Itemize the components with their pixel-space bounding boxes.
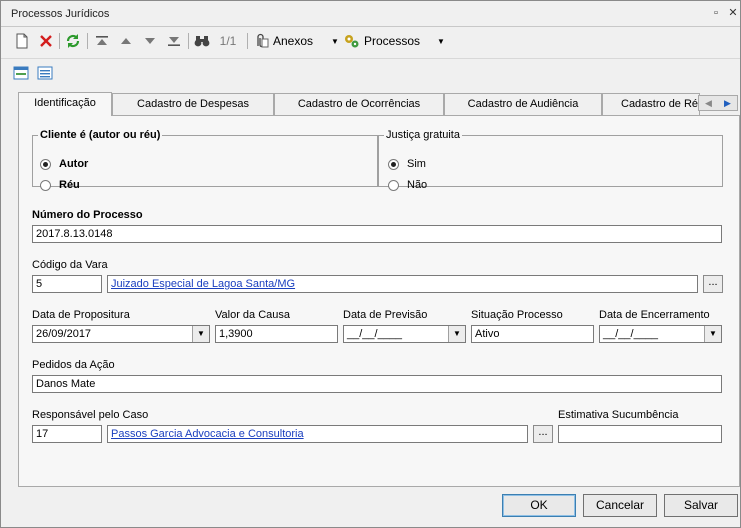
tab-cadastro-despesas[interactable]: Cadastro de Despesas	[112, 93, 274, 115]
pedidos-acao-input[interactable]: Danos Mate	[32, 375, 722, 393]
vara-name-link[interactable]: Juizado Especial de Lagoa Santa/MG	[107, 275, 698, 293]
data-encerramento-value: __/__/____	[603, 328, 659, 340]
tab-identificacao[interactable]: Identificação	[18, 92, 112, 116]
close-icon[interactable]: ✕	[727, 7, 739, 19]
tab-cadastro-audiencia[interactable]: Cadastro de Audiência	[444, 93, 602, 115]
next-record-icon[interactable]	[141, 31, 159, 51]
responsavel-lookup-button[interactable]: ...	[533, 425, 553, 443]
codigo-vara-input[interactable]: 5	[32, 275, 102, 293]
separator	[59, 33, 60, 49]
separator	[247, 33, 248, 49]
toolbar: 1/1 Anexos ▼ Processos ▼	[1, 28, 740, 54]
radio-sim-dot	[388, 158, 399, 170]
cliente-group: Cliente é (autor ou réu) Autor Réu	[32, 129, 378, 191]
anexos-button[interactable]: Anexos	[253, 31, 325, 51]
processos-dropdown-icon[interactable]: ▼	[435, 31, 447, 51]
cliente-group-title: Cliente é (autor ou réu)	[40, 129, 161, 141]
codigo-vara-label: Código da Vara	[32, 259, 108, 271]
valor-causa-label: Valor da Causa	[215, 309, 291, 321]
estimativa-label: Estimativa Sucumbência	[558, 409, 679, 421]
title-bar: Processos Jurídicos ▫ ✕	[1, 1, 740, 27]
refresh-icon[interactable]	[64, 31, 82, 51]
radio-nao-dot	[388, 179, 399, 191]
tab-cadastro-ocorrencias[interactable]: Cadastro de Ocorrências	[274, 93, 444, 115]
separator	[188, 33, 189, 49]
delete-icon[interactable]	[37, 31, 55, 51]
estimativa-input[interactable]	[558, 425, 722, 443]
radio-autor-label: Autor	[59, 158, 89, 170]
radio-autor-dot	[40, 158, 51, 170]
form-view-icon[interactable]	[12, 63, 30, 83]
gears-icon	[345, 35, 359, 48]
data-propositura-label: Data de Propositura	[32, 309, 130, 321]
radio-nao[interactable]: Não	[388, 179, 427, 191]
situacao-processo-input[interactable]: Ativo	[471, 325, 594, 343]
cancelar-button[interactable]: Cancelar	[583, 494, 657, 517]
page-indicator: 1/1	[219, 34, 237, 48]
pedidos-acao-label: Pedidos da Ação	[32, 359, 115, 371]
first-record-icon[interactable]	[93, 31, 111, 51]
window-title: Processos Jurídicos	[11, 8, 110, 20]
processos-button[interactable]: Processos	[343, 31, 429, 51]
anexos-dropdown-icon[interactable]: ▼	[329, 31, 341, 51]
previous-record-icon[interactable]	[117, 31, 135, 51]
data-previsao-value: __/__/____	[347, 328, 403, 340]
paperclip-icon	[257, 33, 269, 48]
tab-bar: Identificação Cadastro de Despesas Cadas…	[18, 92, 740, 116]
processos-label: Processos	[364, 34, 421, 48]
radio-reu-dot	[40, 179, 51, 191]
tab-scroll-right-icon[interactable]: ▶	[724, 98, 731, 109]
radio-sim-label: Sim	[407, 158, 426, 170]
data-propositura-dropdown-icon[interactable]: ▼	[192, 326, 209, 342]
responsavel-label: Responsável pelo Caso	[32, 409, 149, 421]
ok-button[interactable]: OK	[502, 494, 576, 517]
binoculars-icon[interactable]	[193, 31, 211, 51]
responsavel-name-link[interactable]: Passos Garcia Advocacia e Consultoria	[107, 425, 528, 443]
justica-group-title: Justiça gratuita	[386, 129, 460, 141]
tab-cadastro-re[interactable]: Cadastro de Ré	[602, 93, 700, 115]
identificacao-panel: Cliente é (autor ou réu) Autor Réu Justi…	[18, 115, 740, 487]
data-propositura-value: 26/09/2017	[36, 328, 92, 340]
data-encerramento-dropdown-icon[interactable]: ▼	[704, 326, 721, 342]
radio-reu-label: Réu	[59, 179, 80, 191]
tab-scroll-nav: ◀ ▶	[698, 95, 738, 111]
last-record-icon[interactable]	[165, 31, 183, 51]
separator	[87, 33, 88, 49]
data-previsao-picker[interactable]: __/__/____ ▼	[343, 325, 466, 343]
numero-processo-input[interactable]: 2017.8.13.0148	[32, 225, 722, 243]
data-propositura-picker[interactable]: 26/09/2017 ▼	[32, 325, 210, 343]
situacao-processo-label: Situação Processo	[471, 309, 563, 321]
anexos-label: Anexos	[273, 34, 314, 48]
numero-processo-label: Número do Processo	[32, 209, 143, 221]
radio-nao-label: Não	[407, 179, 428, 191]
new-document-icon[interactable]	[13, 31, 31, 51]
window: Processos Jurídicos ▫ ✕ 1/1 Anexos ▼ Pro…	[0, 0, 741, 528]
responsavel-code-input[interactable]: 17	[32, 425, 102, 443]
justica-group: Justiça gratuita Sim Não	[378, 129, 723, 191]
list-view-icon[interactable]	[36, 63, 54, 83]
radio-autor[interactable]: Autor	[40, 158, 88, 170]
restore-icon[interactable]: ▫	[710, 7, 722, 19]
radio-reu[interactable]: Réu	[40, 179, 80, 191]
radio-sim[interactable]: Sim	[388, 158, 426, 170]
data-previsao-label: Data de Previsão	[343, 309, 428, 321]
data-encerramento-label: Data de Encerramento	[599, 309, 710, 321]
tab-scroll-left-icon[interactable]: ◀	[705, 98, 712, 109]
salvar-button[interactable]: Salvar	[664, 494, 738, 517]
vara-lookup-button[interactable]: ...	[703, 275, 723, 293]
data-encerramento-picker[interactable]: __/__/____ ▼	[599, 325, 722, 343]
data-previsao-dropdown-icon[interactable]: ▼	[448, 326, 465, 342]
view-toolbar	[1, 58, 740, 86]
valor-causa-input[interactable]: 1,3900	[215, 325, 338, 343]
